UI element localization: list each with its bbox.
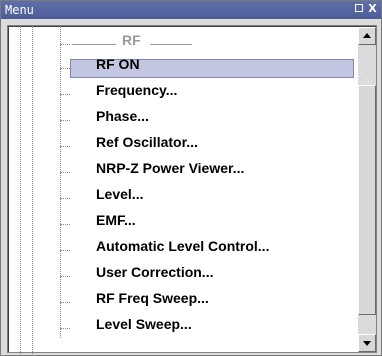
menu-item-nrp-z-power-viewer[interactable]: NRP-Z Power Viewer... bbox=[8, 160, 358, 184]
scroll-thumb[interactable] bbox=[358, 85, 376, 315]
menu-item-label: RF ON bbox=[96, 56, 140, 72]
section-header-label: RF bbox=[122, 32, 141, 48]
close-icon[interactable]: X bbox=[367, 3, 378, 15]
menu-item-emf[interactable]: EMF... bbox=[8, 212, 358, 236]
menu-item-label: Phase... bbox=[96, 108, 149, 124]
menu-item-user-correction[interactable]: User Correction... bbox=[8, 264, 358, 288]
menu-item-phase[interactable]: Phase... bbox=[8, 108, 358, 132]
vertical-scrollbar[interactable] bbox=[358, 27, 376, 352]
menu-item-label: RF Freq Sweep... bbox=[96, 290, 209, 306]
menu-item-label: User Correction... bbox=[96, 264, 214, 280]
menu-item-ref-oscillator[interactable]: Ref Oscillator... bbox=[8, 134, 358, 158]
window-title: Menu bbox=[5, 3, 34, 17]
menu-item-label: Ref Oscillator... bbox=[96, 134, 198, 150]
arrow-up-icon bbox=[363, 33, 371, 38]
title-bar[interactable]: Menu X bbox=[1, 1, 381, 19]
arrow-down-icon bbox=[363, 341, 371, 346]
menu-item-label: Level Sweep... bbox=[96, 316, 192, 332]
menu-item-label: Automatic Level Control... bbox=[96, 238, 270, 254]
menu-item-label: EMF... bbox=[96, 212, 136, 228]
section-header-rf: RF bbox=[8, 32, 358, 56]
menu-item-automatic-level-control[interactable]: Automatic Level Control... bbox=[8, 238, 358, 262]
menu-item-level-sweep[interactable]: Level Sweep... bbox=[8, 316, 358, 340]
menu-window: Menu X RF RF ON Frequency... Phase... Re… bbox=[0, 0, 382, 356]
scroll-up-button[interactable] bbox=[358, 27, 376, 45]
menu-item-rf-on[interactable]: RF ON bbox=[8, 56, 358, 80]
restore-icon[interactable] bbox=[355, 3, 366, 15]
menu-item-rf-freq-sweep[interactable]: RF Freq Sweep... bbox=[8, 290, 358, 314]
menu-item-label: Level... bbox=[96, 186, 144, 202]
menu-item-level[interactable]: Level... bbox=[8, 186, 358, 210]
menu-item-label: Frequency... bbox=[96, 82, 178, 98]
scroll-down-button[interactable] bbox=[358, 334, 376, 352]
menu-tree: RF RF ON Frequency... Phase... Ref Oscil… bbox=[7, 25, 377, 354]
menu-item-frequency[interactable]: Frequency... bbox=[8, 82, 358, 106]
menu-item-label: NRP-Z Power Viewer... bbox=[96, 160, 245, 176]
